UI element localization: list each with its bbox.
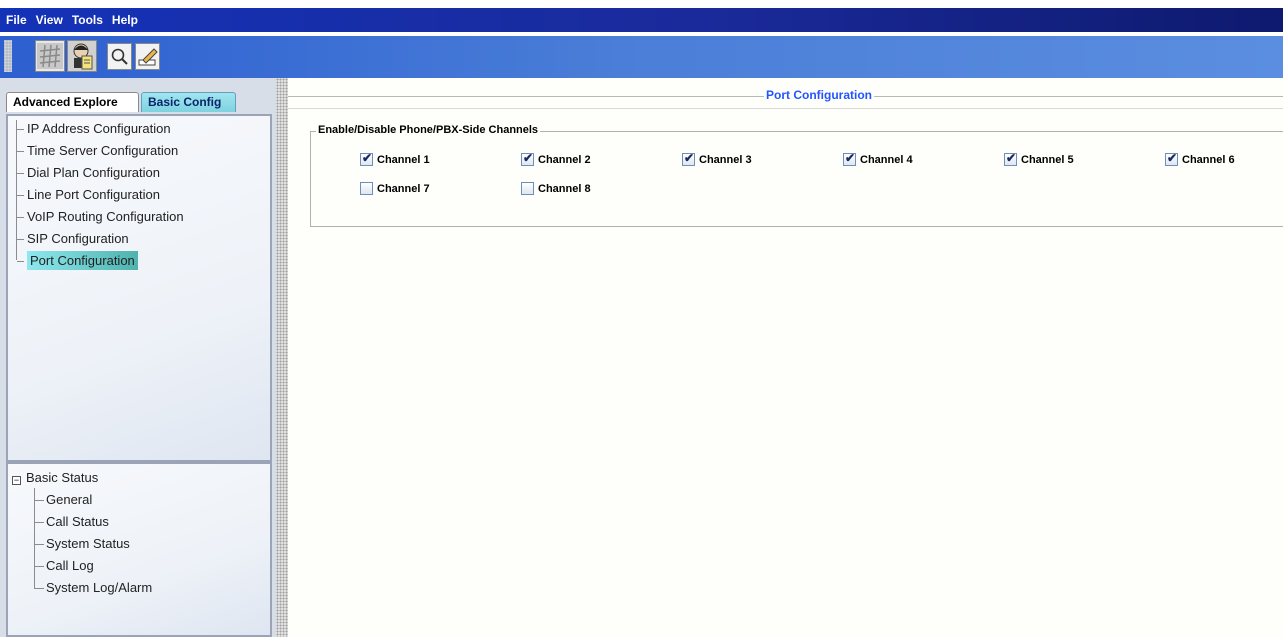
menu-bar: File View Tools Help	[0, 8, 1283, 32]
tree-item-voip-routing[interactable]: VoIP Routing Configuration	[17, 208, 184, 226]
channel-7-checkbox[interactable]: Channel 7	[360, 182, 430, 195]
channel-label: Channel 6	[1182, 153, 1235, 166]
tree-item-label: Time Server Configuration	[27, 143, 179, 158]
checkbox-box[interactable]	[521, 182, 534, 195]
grid-button[interactable]	[35, 40, 65, 72]
checkbox-box[interactable]: ✔	[1165, 151, 1178, 166]
channel-6-checkbox[interactable]: ✔ Channel 6	[1165, 151, 1235, 166]
magnifier-icon	[111, 48, 128, 65]
channels-group: Enable/Disable Phone/PBX-Side Channels	[310, 124, 1283, 227]
tree-item-label: Port Configuration	[27, 251, 138, 270]
user-doc-button[interactable]	[67, 40, 97, 72]
menu-view[interactable]: View	[36, 13, 63, 27]
toolbar	[0, 36, 1283, 78]
channel-label: Channel 5	[1021, 153, 1074, 166]
channel-label: Channel 2	[538, 153, 591, 166]
status-tree: − Basic Status General Call Status Syste…	[6, 462, 272, 637]
checkbox-box[interactable]: ✔	[1004, 151, 1017, 166]
checkmark-icon: ✔	[1006, 151, 1017, 165]
checkmark-icon: ✔	[362, 151, 373, 165]
title-rule	[288, 108, 1283, 109]
channel-8-checkbox[interactable]: Channel 8	[521, 182, 591, 195]
main-title-bar: Port Configuration	[288, 88, 1283, 109]
checkbox-box[interactable]	[360, 182, 373, 195]
tree-item-sip[interactable]: SIP Configuration	[17, 230, 129, 248]
channel-4-checkbox[interactable]: ✔ Channel 4	[843, 151, 913, 166]
tree-item-label: VoIP Routing Configuration	[27, 209, 184, 224]
channel-2-checkbox[interactable]: ✔ Channel 2	[521, 151, 591, 166]
toolbar-grip[interactable]	[4, 40, 12, 72]
checkbox-box[interactable]: ✔	[360, 151, 373, 166]
tree-item-dial-plan[interactable]: Dial Plan Configuration	[17, 164, 160, 182]
tree-item-port-configuration[interactable]: Port Configuration	[17, 251, 138, 270]
checkmark-icon: ✔	[684, 151, 695, 165]
checkmark-icon: ✔	[845, 151, 856, 165]
tree-item-call-status[interactable]: Call Status	[34, 513, 109, 531]
channel-label: Channel 1	[377, 153, 430, 166]
page-title: Port Configuration	[764, 88, 874, 102]
user-doc-icon	[73, 43, 93, 70]
menu-file[interactable]: File	[6, 13, 27, 27]
tree-item-general[interactable]: General	[33, 491, 92, 509]
channel-3-checkbox[interactable]: ✔ Channel 3	[682, 151, 752, 166]
group-title: Enable/Disable Phone/PBX-Side Channels	[316, 124, 541, 136]
checkbox-box[interactable]: ✔	[521, 151, 534, 166]
collapse-icon[interactable]: −	[12, 476, 21, 485]
tree-item-ip-address[interactable]: IP Address Configuration	[17, 120, 171, 138]
channel-label: Channel 3	[699, 153, 752, 166]
search-button[interactable]	[107, 43, 132, 70]
checkmark-icon: ✔	[523, 151, 534, 165]
grid-icon	[37, 43, 63, 69]
menu-help[interactable]: Help	[112, 13, 138, 27]
checkmark-icon: ✔	[1167, 151, 1178, 165]
tree-item-label: SIP Configuration	[27, 231, 129, 246]
channel-label: Channel 8	[538, 182, 591, 195]
checkbox-box[interactable]: ✔	[682, 151, 695, 166]
edit-button[interactable]	[135, 43, 160, 70]
panel-splitter[interactable]	[276, 78, 288, 637]
tree-item-line-port[interactable]: Line Port Configuration	[17, 186, 160, 204]
tree-item-system-log-alarm[interactable]: System Log/Alarm	[33, 579, 152, 597]
checkbox-box[interactable]: ✔	[843, 151, 856, 166]
tree-connector	[34, 488, 35, 588]
tree-item-label: IP Address Configuration	[27, 121, 171, 136]
main-panel: Port Configuration Enable/Disable Phone/…	[288, 78, 1283, 637]
channel-label: Channel 7	[377, 182, 430, 195]
tab-advanced-explore[interactable]: Advanced Explore	[6, 92, 139, 112]
tree-item-label: Dial Plan Configuration	[27, 165, 160, 180]
channel-label: Channel 4	[860, 153, 913, 166]
menu-tools[interactable]: Tools	[72, 13, 103, 27]
config-tree: IP Address Configuration Time Server Con…	[6, 114, 272, 462]
channel-5-checkbox[interactable]: ✔ Channel 5	[1004, 151, 1074, 166]
tree-item-label: Line Port Configuration	[27, 187, 160, 202]
tree-item-system-status[interactable]: System Status	[34, 535, 130, 553]
channel-1-checkbox[interactable]: ✔ Channel 1	[360, 151, 430, 166]
tree-item-time-server[interactable]: Time Server Configuration	[17, 142, 178, 160]
pen-icon	[138, 47, 158, 65]
tree-root-basic-status[interactable]: Basic Status	[26, 470, 98, 485]
left-panel: Advanced Explore Basic Config IP Address…	[0, 78, 276, 637]
tree-item-call-log[interactable]: Call Log	[34, 557, 94, 575]
tab-basic-config[interactable]: Basic Config	[141, 92, 236, 112]
